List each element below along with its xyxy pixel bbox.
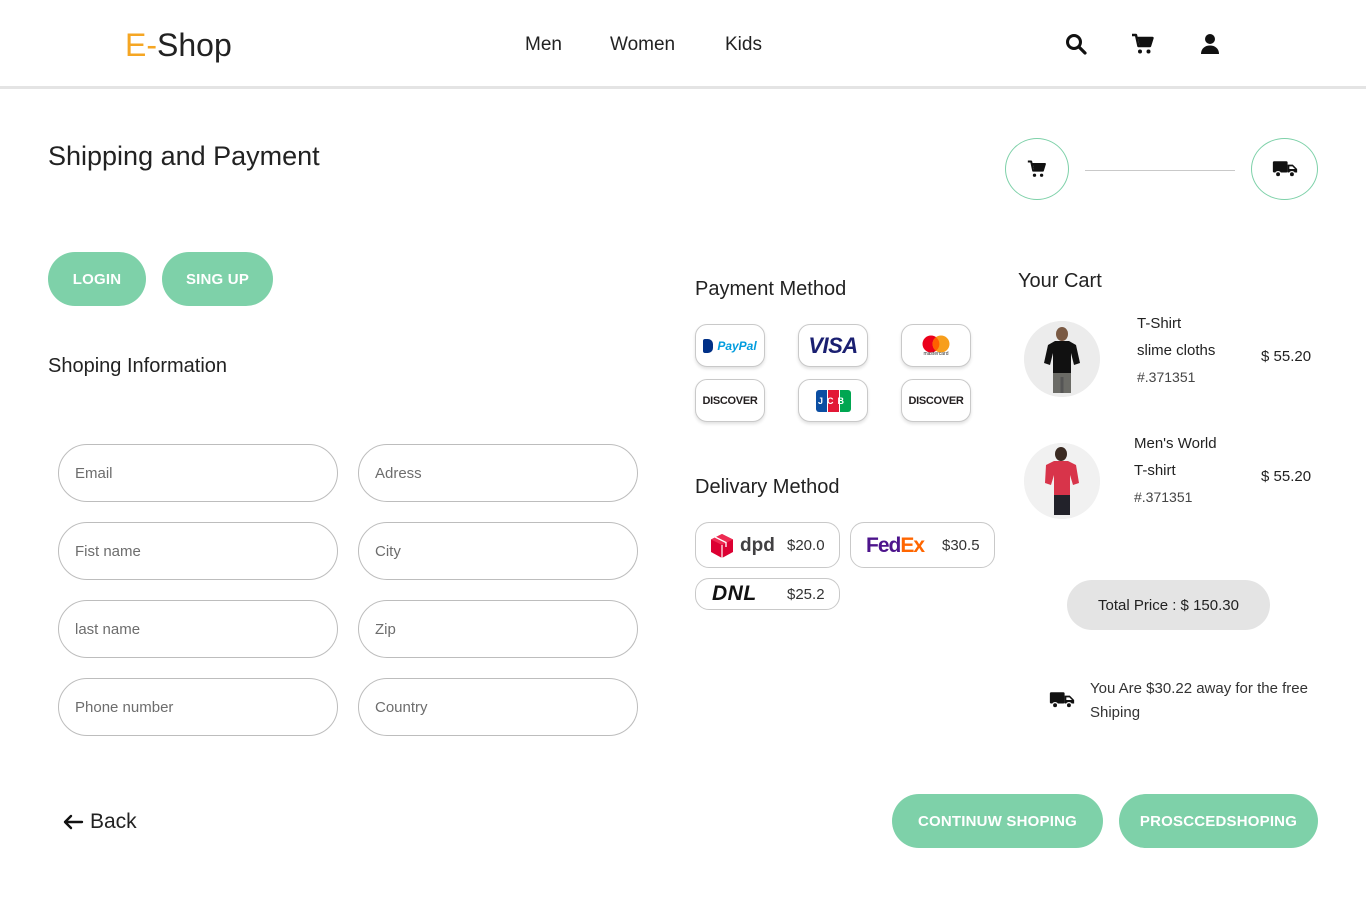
back-label: Back <box>90 810 137 833</box>
cart-item-image[interactable] <box>1024 443 1100 519</box>
payment-discover-2[interactable]: DISCOVER <box>901 379 971 422</box>
paypal-icon <box>703 338 714 353</box>
page-title: Shipping and Payment <box>48 141 320 171</box>
visa-label: VISA <box>808 332 858 358</box>
last-name-field[interactable] <box>58 600 338 658</box>
cart-item-title: Men's World <box>1134 435 1217 452</box>
shipping-info-heading: Shoping Information <box>48 355 228 377</box>
first-name-field[interactable] <box>58 522 338 580</box>
dpd-cube-icon <box>711 534 733 558</box>
discover-label: DISCOVER <box>908 394 964 407</box>
payment-method-heading: Payment Method <box>695 278 847 300</box>
total-price-badge: Total Price : $ 150.30 <box>1067 580 1270 630</box>
cart-item-subtitle: slime cloths <box>1137 342 1216 359</box>
country-field[interactable] <box>358 678 638 736</box>
dpd-price: $20.0 <box>787 537 825 554</box>
cart-icon[interactable] <box>1131 32 1155 56</box>
step-shipping <box>1251 138 1318 200</box>
arrow-left-icon <box>63 814 84 830</box>
red-shirt-photo <box>1024 443 1100 519</box>
cart-item-sku: #.371351 <box>1134 489 1193 505</box>
step-connector <box>1085 170 1235 171</box>
email-field[interactable] <box>58 444 338 502</box>
cart-item-subtitle: T-shirt <box>1134 462 1176 479</box>
discover-label: DISCOVER <box>702 394 758 407</box>
cart-item-price: $ 55.20 <box>1261 468 1312 485</box>
dnl-label: DNL <box>712 582 757 605</box>
truck-icon <box>1272 161 1297 178</box>
step-cart <box>1005 138 1069 200</box>
signup-button[interactable]: SING UP <box>162 252 273 306</box>
truck-icon <box>1049 692 1075 709</box>
dnl-price: $25.2 <box>787 586 825 603</box>
cart-item-price: $ 55.20 <box>1261 348 1312 365</box>
payment-paypal[interactable]: PayPal <box>695 324 765 367</box>
paypal-label: PayPal <box>717 338 757 353</box>
logo-text: Shop <box>157 27 232 63</box>
address-field[interactable] <box>358 444 638 502</box>
delivery-dnl[interactable]: DNL $25.2 <box>695 578 840 610</box>
free-shipping-note: You Are $30.22 away for the free Shiping <box>1090 680 1308 721</box>
dpd-label: dpd <box>740 535 775 556</box>
zip-field[interactable] <box>358 600 638 658</box>
user-icon[interactable] <box>1198 32 1222 56</box>
nav-kids[interactable]: Kids <box>725 34 762 56</box>
back-link[interactable]: Back <box>62 810 137 834</box>
login-button[interactable]: LOGIN <box>48 252 146 306</box>
cart-item-title: T-Shirt <box>1137 315 1182 332</box>
delivery-method-heading: Delivary Method <box>695 476 840 498</box>
payment-mastercard[interactable]: mastercard <box>901 324 971 367</box>
black-tshirt-photo <box>1024 321 1100 397</box>
cart-icon <box>1027 160 1046 177</box>
logo[interactable]: E-Shop <box>125 27 232 64</box>
cart-item-image[interactable] <box>1024 321 1100 397</box>
search-icon[interactable] <box>1064 32 1088 56</box>
jcb-label: JCB <box>817 395 848 406</box>
cart-item-name: Men's World T-shirt #.371351 <box>1134 430 1217 511</box>
city-field[interactable] <box>358 522 638 580</box>
cart-heading: Your Cart <box>1018 270 1102 292</box>
nav-men[interactable]: Men <box>525 34 562 56</box>
top-navbar: E-Shop Men Women Kids <box>0 0 1366 89</box>
proceed-button[interactable]: PROSCCEDSHOPING <box>1119 794 1318 848</box>
delivery-fedex[interactable]: FedEx $30.5 <box>850 522 995 568</box>
logo-prefix: E- <box>125 27 157 63</box>
phone-field[interactable] <box>58 678 338 736</box>
payment-visa[interactable]: VISA <box>798 324 868 367</box>
mastercard-label: mastercard <box>923 350 949 357</box>
payment-jcb[interactable]: JCB <box>798 379 868 422</box>
delivery-dpd[interactable]: dpd $20.0 <box>695 522 840 568</box>
fedex-price: $30.5 <box>942 537 980 554</box>
cart-item-sku: #.371351 <box>1137 369 1196 385</box>
continue-shopping-button[interactable]: CONTINUW SHOPING <box>892 794 1103 848</box>
payment-discover-1[interactable]: DISCOVER <box>695 379 765 422</box>
nav-women[interactable]: Women <box>610 34 675 56</box>
fedex-logo: FedEx <box>866 534 925 557</box>
cart-item-name: T-Shirt slime cloths #.371351 <box>1137 310 1215 391</box>
